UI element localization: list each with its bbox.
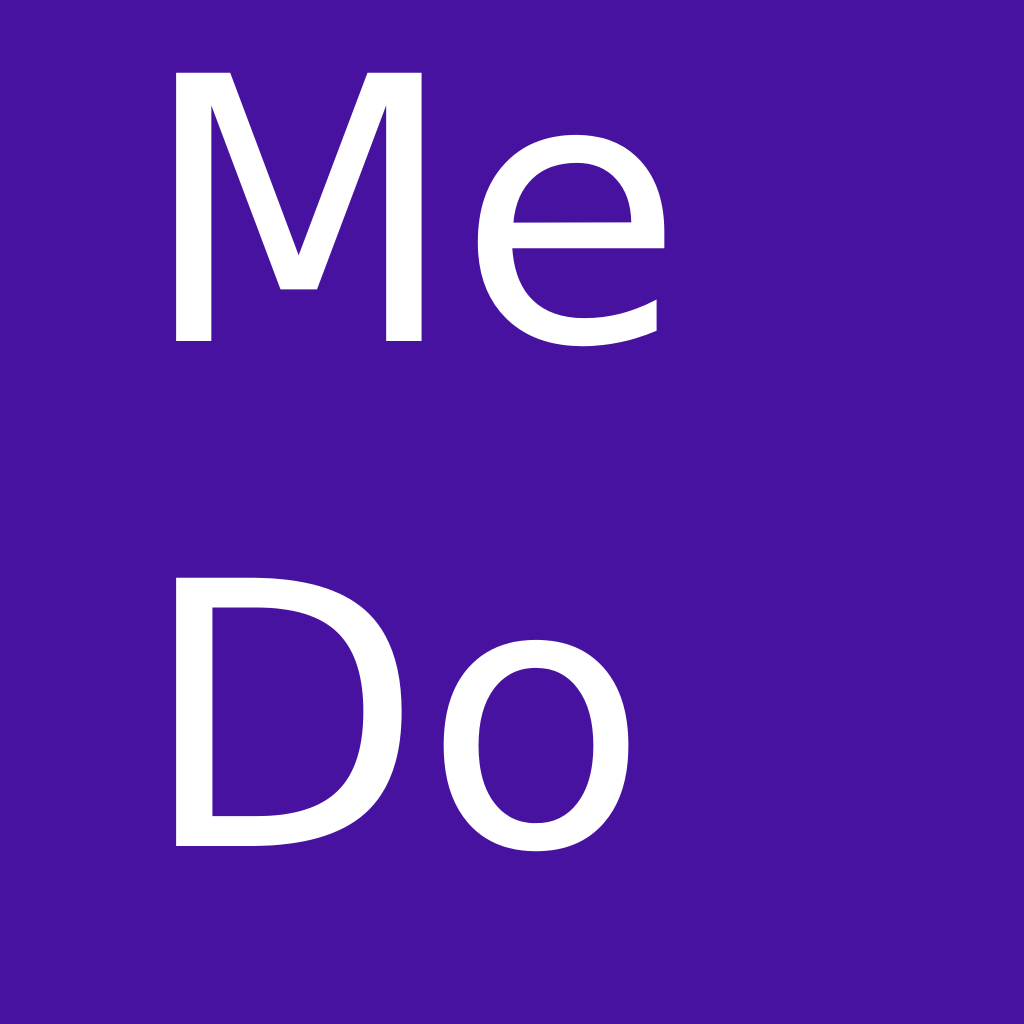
app-icon-tile: Me Do [0,0,1024,1024]
tile-text-line-1: Me [140,0,684,428]
tile-text-line-2: Do [140,504,649,933]
